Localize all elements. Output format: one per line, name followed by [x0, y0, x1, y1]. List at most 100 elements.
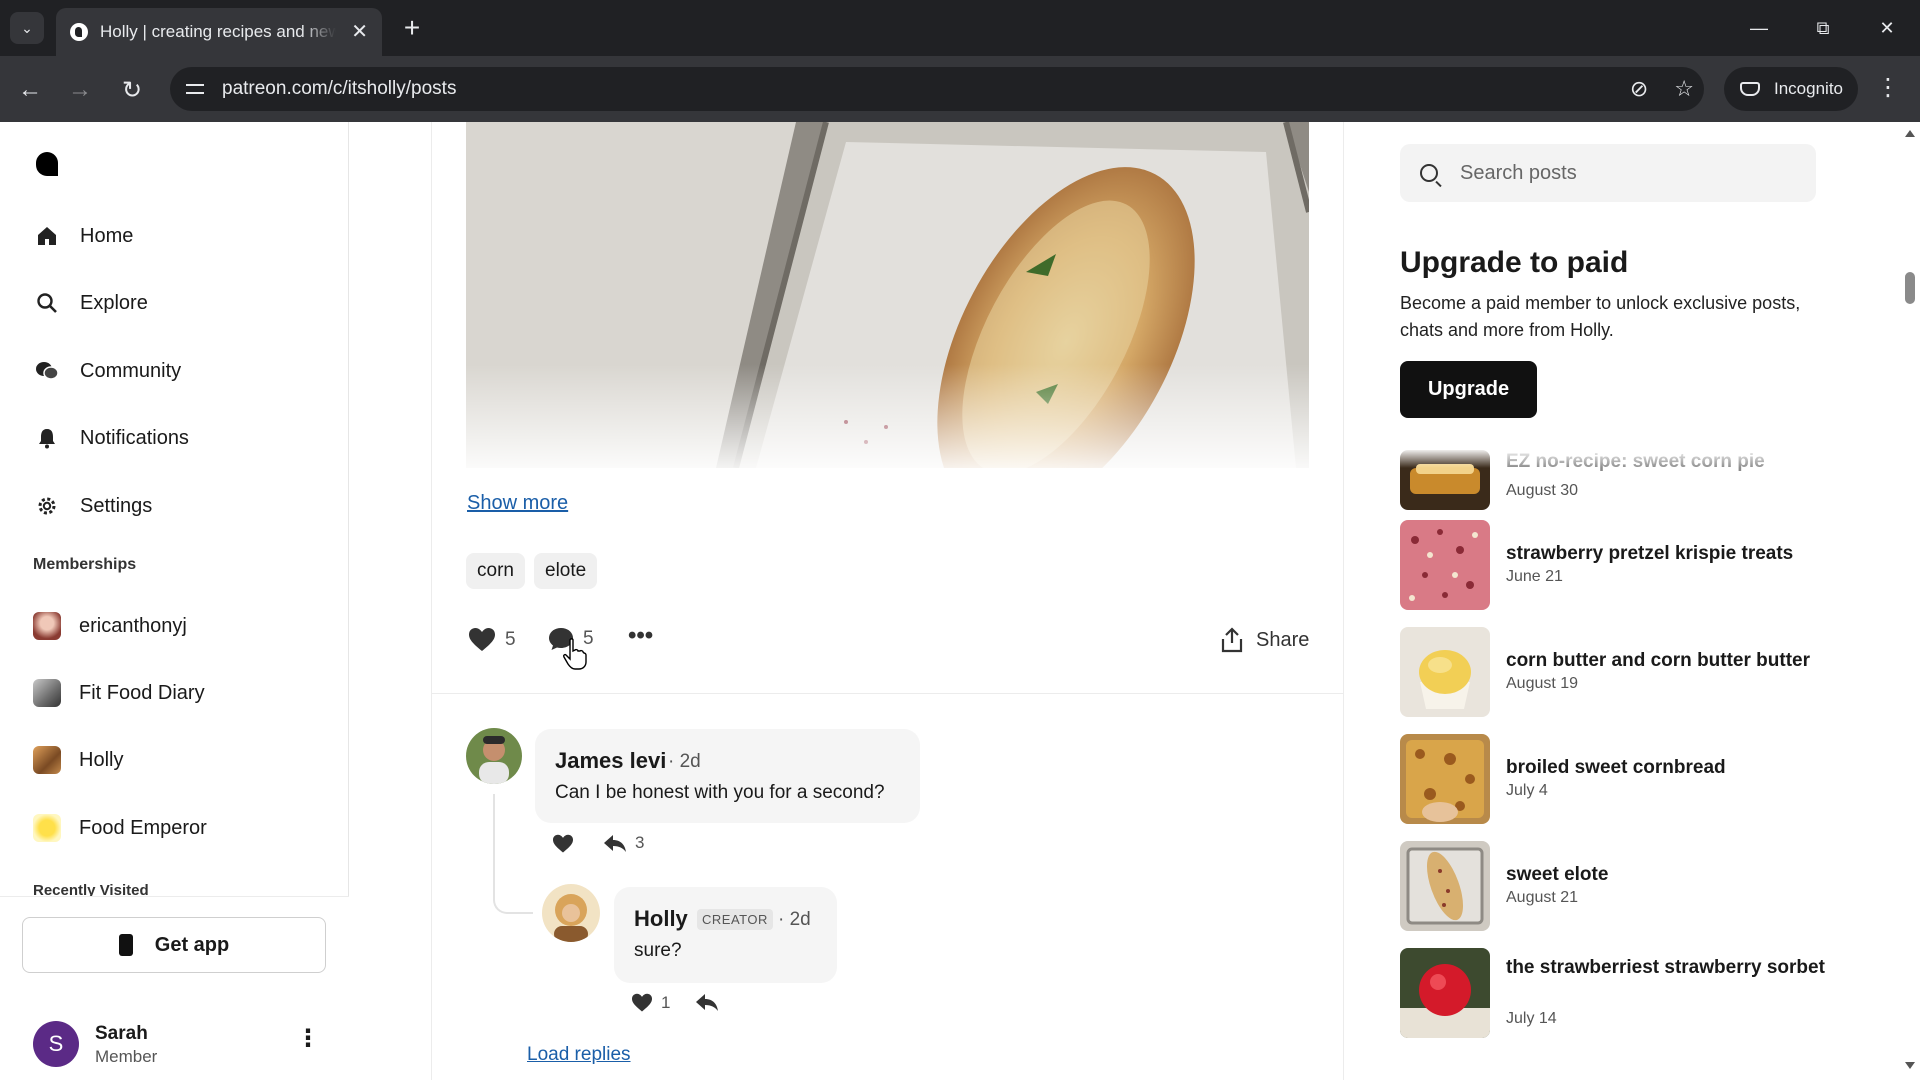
- eye-off-icon[interactable]: ⊘: [1630, 76, 1648, 102]
- share-label: Share: [1256, 628, 1310, 651]
- restore-icon[interactable]: ⧉: [1800, 10, 1846, 46]
- url-omnibox[interactable]: patreon.com/c/itsholly/posts ⊘ ☆: [170, 67, 1704, 111]
- scroll-down-icon[interactable]: [1905, 1062, 1915, 1069]
- like-button[interactable]: 5: [468, 627, 516, 653]
- incognito-icon: [1740, 82, 1760, 96]
- get-app-button[interactable]: Get app: [22, 917, 326, 973]
- scrollbar-thumb[interactable]: [1905, 272, 1915, 304]
- recent-post-date: July 14: [1506, 1010, 1557, 1027]
- bookmark-star-icon[interactable]: ☆: [1674, 76, 1694, 102]
- sidebar-item-settings[interactable]: Settings: [34, 489, 152, 523]
- search-icon: [1420, 164, 1438, 182]
- comment-like-button[interactable]: 1: [631, 993, 670, 1013]
- reply-icon: [696, 994, 718, 1011]
- search-input[interactable]: Search posts: [1400, 144, 1816, 202]
- membership-food-emperor[interactable]: Food Emperor: [33, 813, 207, 843]
- recent-post-thumbnail: [1400, 520, 1490, 610]
- membership-label: Fit Food Diary: [79, 681, 205, 704]
- recent-post-item[interactable]: strawberry pretzel krispie treats June 2…: [1400, 520, 1840, 610]
- back-arrow-icon[interactable]: ←: [12, 72, 48, 108]
- post-image[interactable]: [466, 122, 1309, 468]
- page-scrollbar[interactable]: [1900, 122, 1920, 1080]
- home-icon: [34, 223, 60, 249]
- forward-arrow-icon[interactable]: →: [62, 72, 98, 108]
- commenter-avatar[interactable]: [466, 728, 522, 784]
- comment-reply-button[interactable]: [695, 992, 719, 1012]
- user-avatar[interactable]: S: [33, 1021, 79, 1067]
- recent-post-date: August 19: [1506, 675, 1579, 692]
- sidebar-item-home[interactable]: Home: [34, 219, 133, 253]
- tab-title: Holly | creating recipes and new: [100, 22, 336, 41]
- memberships-heading: Memberships: [33, 556, 137, 573]
- comment-text: sure?: [634, 940, 682, 961]
- mouse-cursor-icon: [563, 638, 587, 670]
- more-options-icon[interactable]: •••: [628, 622, 653, 650]
- recent-post-date: June 21: [1506, 568, 1563, 585]
- sidebar-item-label: Notifications: [80, 426, 189, 449]
- site-settings-icon[interactable]: [184, 78, 206, 100]
- incognito-badge[interactable]: Incognito: [1724, 67, 1858, 111]
- incognito-label: Incognito: [1774, 79, 1843, 98]
- comment-text: Can I be honest with you for a second?: [555, 782, 885, 803]
- browser-menu-icon[interactable]: ⋮: [1876, 76, 1900, 100]
- comment-author[interactable]: James levi: [555, 748, 666, 774]
- tag-corn[interactable]: corn: [466, 553, 525, 589]
- like-count: 1: [661, 993, 671, 1012]
- recent-post-item[interactable]: broiled sweet cornbread July 4: [1400, 734, 1840, 824]
- recent-post-title: broiled sweet cornbread: [1506, 757, 1726, 778]
- tab-close-icon[interactable]: ✕: [351, 22, 368, 42]
- recent-post-title: the strawberriest strawberry sorbet: [1506, 957, 1825, 978]
- sidebar-item-community[interactable]: Community: [34, 354, 181, 388]
- sidebar-item-notifications[interactable]: Notifications: [34, 421, 189, 455]
- tab-search-dropdown-icon[interactable]: ⌄: [10, 12, 44, 44]
- load-replies-link[interactable]: Load replies: [527, 1044, 631, 1066]
- membership-label: Food Emperor: [79, 816, 207, 839]
- reload-icon[interactable]: ↻: [114, 72, 150, 108]
- post-card: Show more corn elote 5 5 ••• Share James…: [431, 122, 1344, 1080]
- post-divider: [432, 693, 1343, 694]
- comment-author[interactable]: Holly: [634, 906, 688, 932]
- patreon-logo-icon[interactable]: [36, 152, 58, 176]
- new-tab-icon[interactable]: +: [396, 12, 428, 44]
- avatar: [33, 679, 61, 707]
- comment-time-value: 2d: [789, 909, 811, 930]
- recent-post-thumbnail: [1400, 627, 1490, 717]
- recent-post-item[interactable]: the strawberriest strawberry sorbet July…: [1400, 948, 1840, 1038]
- avatar: [33, 612, 61, 640]
- recent-post-title: sweet elote: [1506, 864, 1609, 885]
- sidebar: Home Explore Community Notifications Set…: [0, 122, 349, 1080]
- upgrade-button[interactable]: Upgrade: [1400, 361, 1537, 418]
- comment-time-value: 2d: [679, 751, 701, 772]
- thread-connector: [493, 794, 533, 914]
- url-text: patreon.com/c/itsholly/posts: [222, 78, 457, 99]
- right-column: Search posts Upgrade to paid Become a pa…: [1344, 122, 1900, 1080]
- scroll-up-icon[interactable]: [1905, 130, 1915, 137]
- recent-post-thumbnail: [1400, 734, 1490, 824]
- comment-reply-button[interactable]: 3: [603, 833, 644, 853]
- recent-post-date: August 30: [1506, 482, 1579, 499]
- membership-ericanthonyj[interactable]: ericanthonyj: [33, 611, 187, 641]
- share-icon: [1221, 627, 1243, 653]
- tag-elote[interactable]: elote: [534, 553, 598, 589]
- minimize-icon[interactable]: —: [1736, 10, 1782, 46]
- phone-icon: [118, 934, 133, 956]
- sidebar-item-label: Settings: [80, 494, 153, 517]
- share-button[interactable]: Share: [1220, 627, 1309, 653]
- reply-icon: [604, 835, 626, 852]
- comment-like-button[interactable]: [552, 834, 574, 854]
- sidebar-item-explore[interactable]: Explore: [34, 286, 148, 320]
- recent-post-thumbnail: [1400, 841, 1490, 931]
- browser-tab-bar: ⌄ Holly | creating recipes and new ✕ + —…: [0, 0, 1920, 56]
- show-more-link[interactable]: Show more: [467, 492, 568, 515]
- membership-fit-food-diary[interactable]: Fit Food Diary: [33, 678, 205, 708]
- window-close-icon[interactable]: ✕: [1864, 10, 1910, 46]
- browser-tab[interactable]: Holly | creating recipes and new ✕: [56, 8, 382, 56]
- recent-post-item[interactable]: corn butter and corn butter butter Augus…: [1400, 627, 1840, 717]
- recent-post-item[interactable]: sweet elote August 21: [1400, 841, 1840, 931]
- creator-badge: CREATOR: [697, 909, 773, 930]
- user-more-icon[interactable]: ⋮: [296, 1027, 320, 1051]
- membership-label: ericanthonyj: [79, 614, 187, 637]
- membership-holly[interactable]: Holly: [33, 745, 123, 775]
- creator-avatar[interactable]: [542, 884, 600, 942]
- sidebar-item-label: Home: [80, 224, 134, 247]
